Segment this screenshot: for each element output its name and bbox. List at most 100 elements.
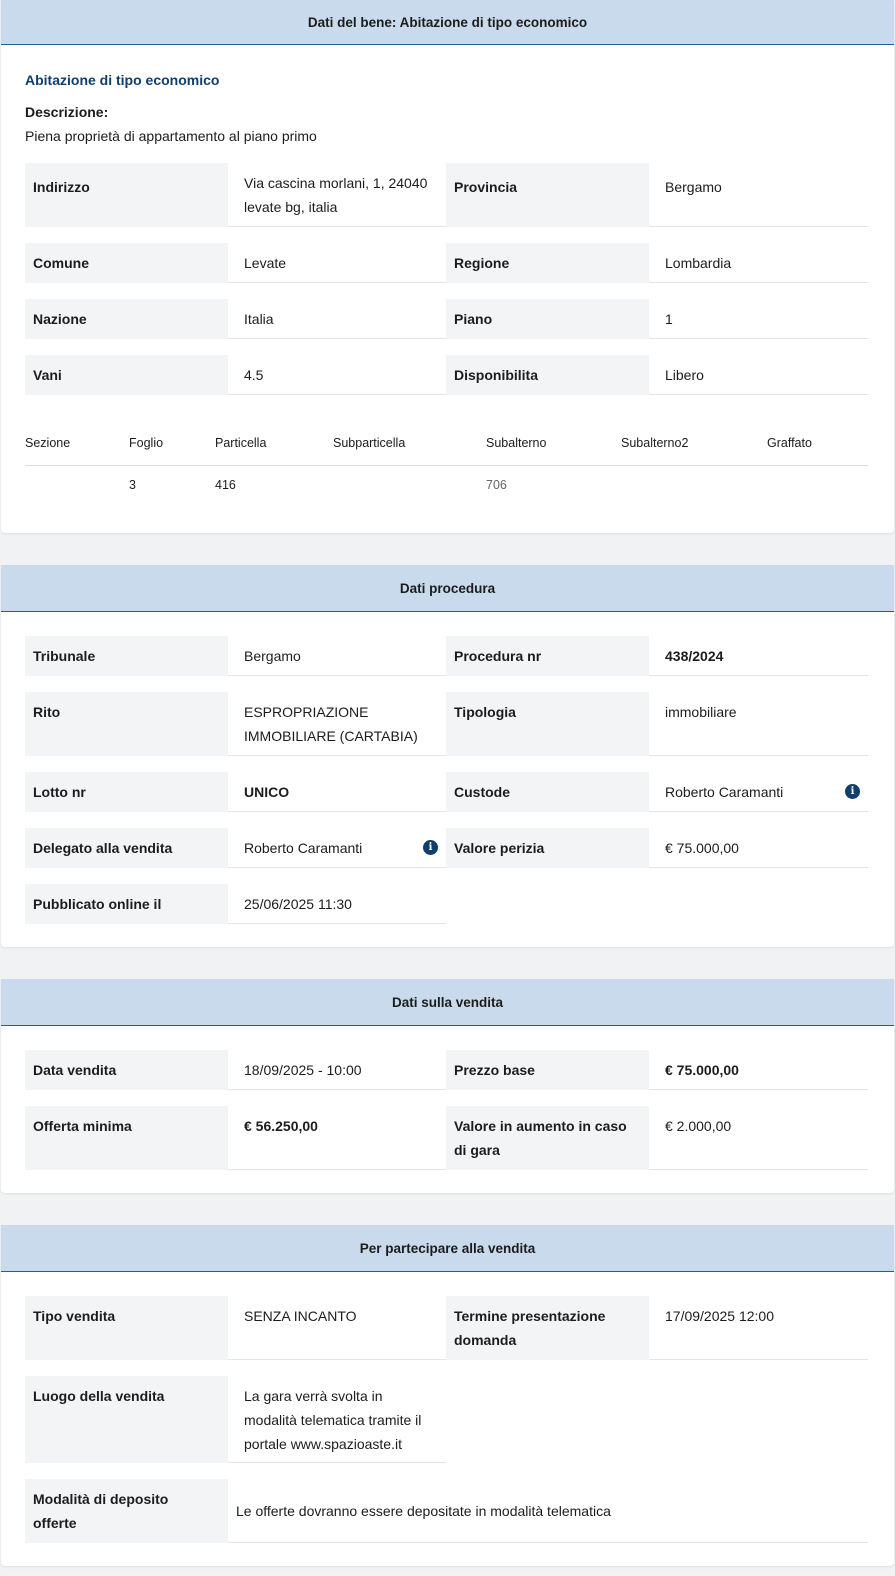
vani-label: Vani [25,355,228,395]
row-deposito: Modalità di deposito offerte Le offerte … [25,1479,868,1543]
col-sezione: Sezione [25,436,71,450]
offerta-minima-label: Offerta minima [25,1106,228,1170]
comune-value: Levate [228,243,446,283]
description-text: Piena proprietà di appartamento al piano… [25,128,317,144]
row-offerta: Offerta minima € 56.250,00 Valore in aum… [25,1106,868,1170]
luogo-value: La gara verrà svolta in modalità telemat… [228,1376,446,1463]
col-subparticella: Subparticella [333,436,406,450]
vani-value: 4.5 [228,355,446,395]
row-rito: Rito ESPROPRIAZIONE IMMOBILIARE (CARTABI… [25,692,868,756]
termine-label: Termine presentazione domanda [446,1296,649,1360]
luogo-line-1: La gara verrà svolta in [244,1388,383,1404]
tribunale-value: Bergamo [228,636,446,676]
row-nazione: Nazione Italia Piano 1 [25,299,868,339]
aumento-label: Valore in aumento in caso di gara [446,1106,649,1170]
aumento-value: € 2.000,00 [649,1106,868,1170]
data-vendita-value: 18/09/2025 - 10:00 [228,1050,446,1090]
tipologia-value: immobiliare [649,692,868,756]
indirizzo-line-1: Via cascina morlani, 1, 24040 [244,175,428,191]
rito-label: Rito [25,692,228,756]
row-tipo-vendita: Tipo vendita SENZA INCANTO Termine prese… [25,1296,868,1360]
tipo-vendita-value: SENZA INCANTO [228,1296,446,1360]
row-tribunale: Tribunale Bergamo Procedura nr 438/2024 [25,636,868,676]
cell-subalterno: 706 [486,478,507,492]
row-pubblicato: Pubblicato online il 25/06/2025 11:30 [25,884,868,924]
delegato-value: Roberto Caramanti i [228,828,446,868]
offerta-minima-value: € 56.250,00 [228,1106,446,1170]
row-indirizzo: Indirizzo Via cascina morlani, 1, 24040 … [25,163,868,227]
indirizzo-line-2: levate bg, italia [244,199,338,215]
col-particella: Particella [215,436,267,450]
data-vendita-label: Data vendita [25,1050,228,1090]
bene-header: Dati del bene: Abitazione di tipo econom… [1,0,894,45]
prezzo-base-label: Prezzo base [446,1050,649,1090]
deposito-label-line-1: Modalità di deposito [33,1491,169,1507]
valore-perizia-value: € 75.000,00 [649,828,868,868]
cell-particella: 416 [215,478,236,492]
piano-label: Piano [446,299,649,339]
nazione-label: Nazione [25,299,228,339]
partecipare-header: Per partecipare alla vendita [1,1225,894,1272]
termine-label-line-2: domanda [454,1332,517,1348]
prezzo-base-value: € 75.000,00 [649,1050,868,1090]
regione-label: Regione [446,243,649,283]
procedura-card: Dati procedura Tribunale Bergamo Procedu… [1,565,894,947]
row-vani: Vani 4.5 Disponibilita Libero [25,355,868,395]
rito-value: ESPROPRIAZIONE IMMOBILIARE (CARTABIA) [228,692,446,756]
termine-value: 17/09/2025 12:00 [649,1296,868,1360]
delegato-label: Delegato alla vendita [25,828,228,868]
row-delegato: Delegato alla vendita Roberto Caramanti … [25,828,868,868]
aumento-label-line-1: Valore in aumento in caso [454,1118,627,1134]
luogo-label: Luogo della vendita [25,1376,228,1463]
valore-perizia-label: Valore perizia [446,828,649,868]
deposito-label: Modalità di deposito offerte [25,1479,228,1543]
comune-label: Comune [25,243,228,283]
row-luogo: Luogo della vendita La gara verrà svolta… [25,1376,868,1463]
cell-foglio: 3 [129,478,136,492]
procedura-header: Dati procedura [1,565,894,612]
pubblicato-value: 25/06/2025 11:30 [228,884,446,924]
table-row: 3 416 706 [25,466,868,506]
rito-line-2: IMMOBILIARE (CARTABIA) [244,728,418,744]
row-comune: Comune Levate Regione Lombardia [25,243,868,283]
provincia-value: Bergamo [649,163,868,227]
custode-label: Custode [446,772,649,812]
indirizzo-value: Via cascina morlani, 1, 24040 levate bg,… [228,163,446,227]
delegato-info-icon[interactable]: i [423,839,438,855]
row-lotto: Lotto nr UNICO Custode Roberto Caramanti… [25,772,868,812]
indirizzo-label: Indirizzo [25,163,228,227]
col-graffato: Graffato [767,436,812,450]
row-data-vendita: Data vendita 18/09/2025 - 10:00 Prezzo b… [25,1050,868,1090]
tipologia-label: Tipologia [446,692,649,756]
catasto-header-row: Sezione Foglio Particella Subparticella … [25,422,868,466]
pubblicato-label: Pubblicato online il [25,884,228,924]
procedura-nr-label: Procedura nr [446,636,649,676]
vendita-card: Dati sulla vendita Data vendita 18/09/20… [1,979,894,1193]
procedura-nr-value: 438/2024 [649,636,868,676]
termine-label-line-1: Termine presentazione [454,1308,606,1324]
col-subalterno2: Subalterno2 [621,436,689,450]
partecipare-card: Per partecipare alla vendita Tipo vendit… [1,1225,894,1566]
provincia-label: Provincia [446,163,649,227]
rito-line-1: ESPROPRIAZIONE [244,704,369,720]
delegato-name: Roberto Caramanti [244,840,363,856]
lotto-value: UNICO [228,772,446,812]
piano-value: 1 [649,299,868,339]
description-label: Descrizione: [25,104,109,120]
deposito-label-line-2: offerte [33,1515,77,1531]
nazione-value: Italia [228,299,446,339]
deposito-value: Le offerte dovranno essere depositate in… [228,1479,868,1543]
custode-value: Roberto Caramanti i [649,772,868,812]
custode-info-icon[interactable]: i [845,783,860,799]
regione-value: Lombardia [649,243,868,283]
disponibilita-label: Disponibilita [446,355,649,395]
vendita-header: Dati sulla vendita [1,979,894,1026]
bene-title: Abitazione di tipo economico [25,72,220,88]
catasto-table: Sezione Foglio Particella Subparticella … [25,422,868,506]
lotto-label: Lotto nr [25,772,228,812]
bene-card: Dati del bene: Abitazione di tipo econom… [1,0,894,533]
tribunale-label: Tribunale [25,636,228,676]
luogo-line-2: modalità telematica tramite il [244,1412,422,1428]
tipo-vendita-label: Tipo vendita [25,1296,228,1360]
col-subalterno: Subalterno [486,436,547,450]
